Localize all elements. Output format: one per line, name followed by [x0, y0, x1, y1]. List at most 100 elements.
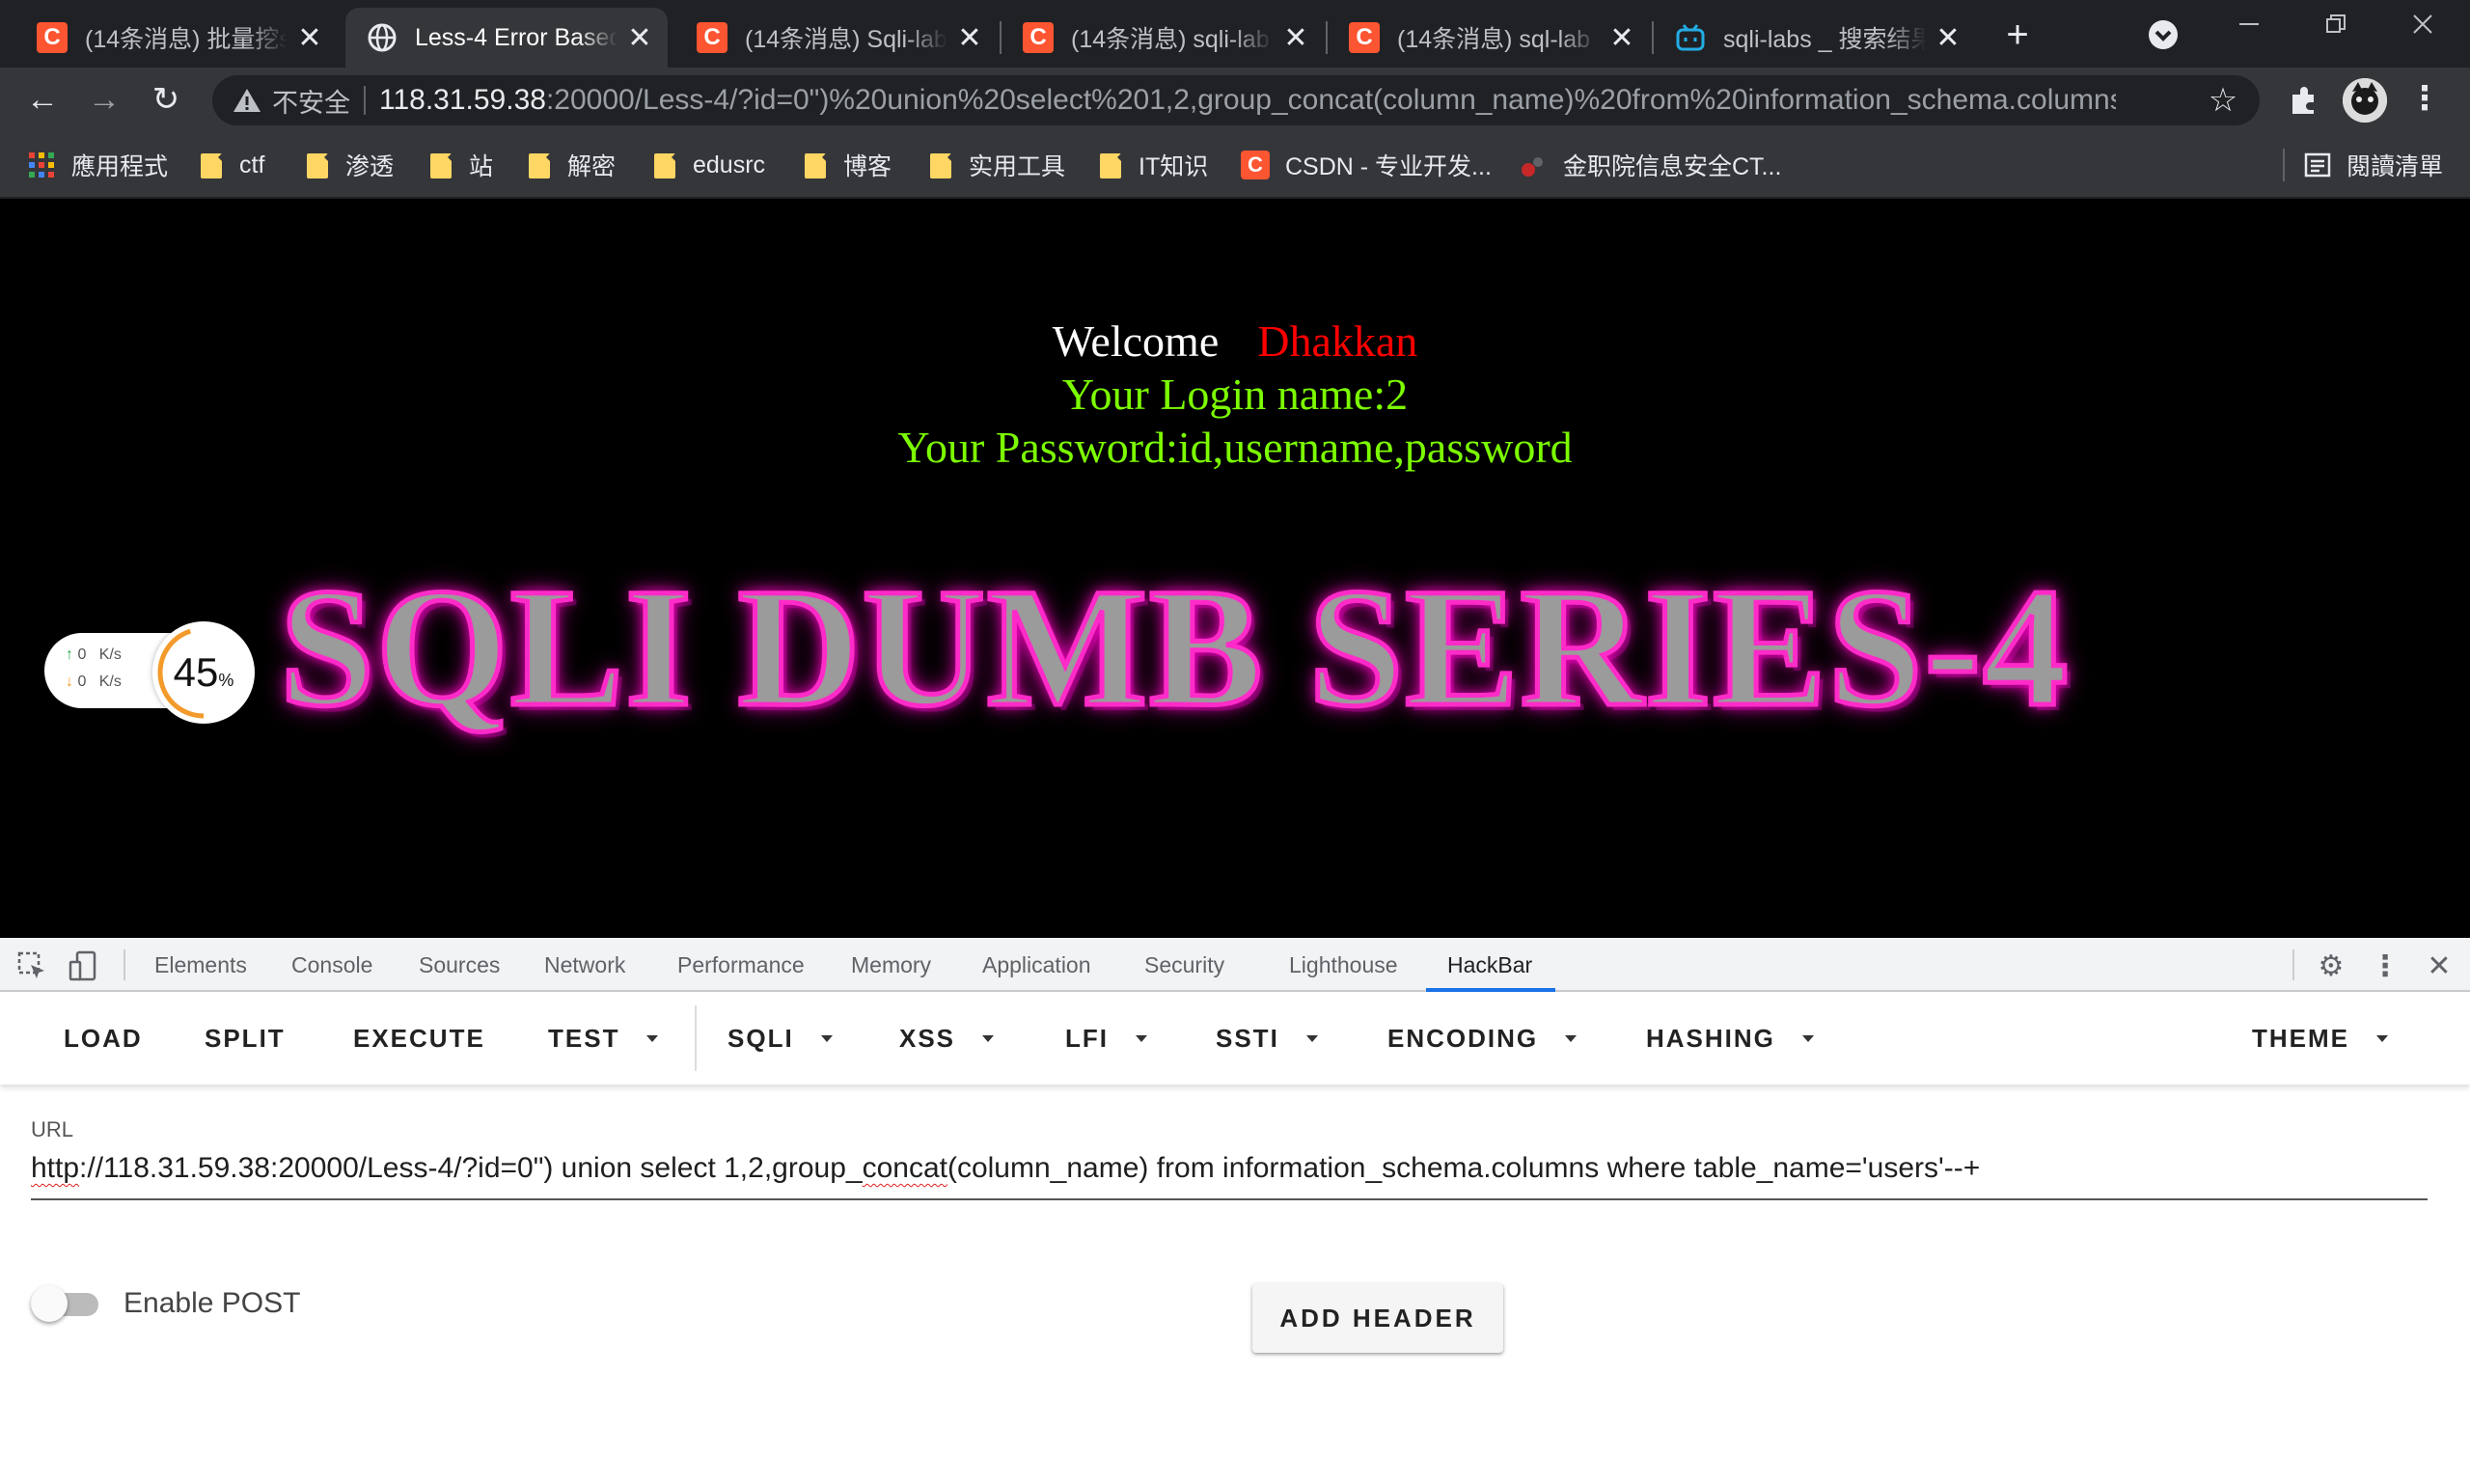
bookmarks-bar: 應用程式 ctf 渗透 站 解密 edusrc 博客 实用工具 IT知识 C CS…	[0, 131, 2470, 199]
devtools-close-icon[interactable]: ✕	[2420, 948, 2458, 986]
hashing-menu[interactable]: HASHING	[1646, 992, 1814, 1085]
devtools-more-icon[interactable]: ⋮	[2366, 948, 2404, 986]
tab-4[interactable]: C (14条消息) sqli-lab ✕	[1002, 8, 1324, 68]
forward-button[interactable]: →	[81, 77, 127, 124]
xss-menu[interactable]: XSS	[899, 992, 995, 1085]
bookmark-label: 实用工具	[969, 153, 1066, 180]
enable-post-toggle[interactable]: Enable POST	[31, 1285, 300, 1322]
network-speed-widget[interactable]: ↑ 0 K/s ↓ 0 K/s 45%	[44, 621, 255, 724]
speed-unit: K/s	[98, 646, 122, 663]
toggle-switch[interactable]	[31, 1285, 102, 1322]
tab-memory[interactable]: Memory	[851, 938, 931, 990]
security-status[interactable]: 不安全	[272, 82, 350, 120]
profile-avatar[interactable]	[2343, 78, 2387, 123]
csdn-icon: C	[1349, 22, 1380, 53]
warning-icon[interactable]	[230, 83, 264, 118]
tab-3[interactable]: C (14条消息) Sqli-lab ✕	[675, 8, 998, 68]
close-icon[interactable]: ✕	[295, 21, 324, 55]
tab-application[interactable]: Application	[982, 938, 1091, 990]
window-close-icon[interactable]	[2379, 0, 2466, 54]
test-menu[interactable]: TEST	[548, 992, 659, 1085]
sqli-menu[interactable]: SQLI	[727, 992, 833, 1085]
tab-sources[interactable]: Sources	[419, 938, 500, 990]
tab-6[interactable]: sqli-labs _ 搜索结果 ✕	[1654, 8, 1976, 68]
upload-speed: ↑ 0 K/s	[66, 646, 122, 664]
address-url[interactable]: 118.31.59.38:20000/Less-4/?id=0")%20unio…	[379, 84, 2116, 117]
url-host: 118.31.59.38	[379, 84, 546, 116]
ssti-menu[interactable]: SSTI	[1216, 992, 1318, 1085]
add-header-button[interactable]: ADD HEADER	[1252, 1283, 1503, 1353]
bookmark-label: edusrc	[693, 151, 766, 179]
chrome-menu-icon[interactable]: ⋮	[2408, 79, 2441, 122]
devtools-separator	[2292, 949, 2294, 980]
memory-gauge[interactable]: 45%	[152, 621, 255, 724]
close-icon[interactable]: ✕	[1281, 21, 1310, 55]
tab-hackbar[interactable]: HackBar	[1447, 938, 1532, 990]
inspect-element-icon[interactable]	[15, 949, 48, 982]
bookmark-apps[interactable]: 應用程式	[29, 149, 168, 181]
back-button[interactable]: ←	[19, 77, 66, 124]
bookmark-folder-pentest[interactable]: 渗透	[307, 149, 394, 181]
bookmark-ctf-site[interactable]: 金职院信息安全CT...	[1519, 149, 1781, 181]
close-icon[interactable]: ✕	[1934, 21, 1962, 55]
close-icon[interactable]: ✕	[1607, 21, 1636, 55]
caret-down-icon	[1565, 1034, 1578, 1042]
reload-button[interactable]: ↻	[143, 77, 189, 124]
bookmark-folder-sites[interactable]: 站	[430, 149, 493, 181]
site-favicon-icon	[1519, 151, 1548, 179]
tab-2[interactable]: Less-4 Error Based ✕	[345, 8, 668, 68]
load-label: LOAD	[64, 1024, 143, 1053]
bookmark-label: 渗透	[345, 153, 395, 180]
bookmark-folder-ctf[interactable]: ctf	[201, 149, 264, 181]
hackbar-url-field[interactable]: URL http://118.31.59.38:20000/Less-4/?id…	[31, 1117, 2428, 1200]
restore-icon[interactable]	[2292, 0, 2379, 54]
folder-icon	[930, 151, 953, 179]
close-icon[interactable]: ✕	[625, 21, 654, 55]
bookmark-label: 應用程式	[71, 153, 169, 180]
url-input[interactable]: http://118.31.59.38:20000/Less-4/?id=0")…	[31, 1152, 2428, 1191]
caret-down-icon	[1305, 1034, 1318, 1042]
address-separator	[364, 86, 366, 115]
tab-performance[interactable]: Performance	[677, 938, 805, 990]
execute-label: EXECUTE	[353, 1024, 485, 1053]
tab-elements[interactable]: Elements	[154, 938, 247, 990]
ssti-label: SSTI	[1216, 1024, 1279, 1053]
bilibili-icon	[1675, 22, 1706, 53]
toggle-knob[interactable]	[31, 1285, 68, 1322]
lfi-menu[interactable]: LFI	[1065, 992, 1147, 1085]
settings-gear-icon[interactable]: ⚙	[2312, 948, 2350, 986]
tab-network[interactable]: Network	[544, 938, 625, 990]
bookmark-folder-decrypt[interactable]: 解密	[529, 149, 616, 181]
bookmark-folder-edusrc[interactable]: edusrc	[654, 149, 765, 181]
load-button[interactable]: LOAD	[64, 992, 143, 1085]
encoding-menu[interactable]: ENCODING	[1387, 992, 1578, 1085]
tab-lighthouse[interactable]: Lighthouse	[1289, 938, 1398, 990]
tab-search-icon[interactable]	[2144, 15, 2182, 54]
bookmark-folder-blog[interactable]: 博客	[805, 149, 892, 181]
tab-1[interactable]: C (14条消息) 批量挖s ✕	[15, 8, 338, 68]
bookmark-csdn[interactable]: C CSDN - 专业开发...	[1241, 149, 1492, 181]
reading-list-label: 閱讀清單	[2346, 153, 2444, 180]
execute-button[interactable]: EXECUTE	[353, 992, 485, 1085]
reading-list-button[interactable]: 閱讀清單	[2304, 149, 2443, 181]
tab-console[interactable]: Console	[291, 938, 372, 990]
new-tab-button[interactable]: +	[1993, 12, 2042, 60]
bookmark-star-icon[interactable]: ☆	[2204, 81, 2242, 120]
close-icon[interactable]: ✕	[955, 21, 984, 55]
bookmark-label: 站	[469, 153, 494, 180]
address-bar[interactable]: 不安全 118.31.59.38:20000/Less-4/?id=0")%20…	[212, 75, 2260, 125]
extensions-puzzle-icon[interactable]	[2285, 81, 2323, 120]
encoding-label: ENCODING	[1387, 1024, 1539, 1053]
bookmark-folder-tools[interactable]: 实用工具	[930, 149, 1065, 181]
tab-security[interactable]: Security	[1144, 938, 1224, 990]
bookmark-folder-it[interactable]: IT知识	[1100, 149, 1208, 181]
test-label: TEST	[548, 1024, 620, 1053]
caret-down-icon	[982, 1034, 995, 1042]
minimize-icon[interactable]	[2206, 0, 2292, 54]
folder-icon	[529, 151, 552, 179]
split-button[interactable]: SPLIT	[205, 992, 286, 1085]
theme-menu[interactable]: THEME	[2252, 992, 2388, 1085]
csdn-icon: C	[1241, 151, 1270, 179]
device-toolbar-icon[interactable]	[68, 949, 100, 982]
tab-5[interactable]: C (14条消息) sql-lab ✕	[1328, 8, 1650, 68]
